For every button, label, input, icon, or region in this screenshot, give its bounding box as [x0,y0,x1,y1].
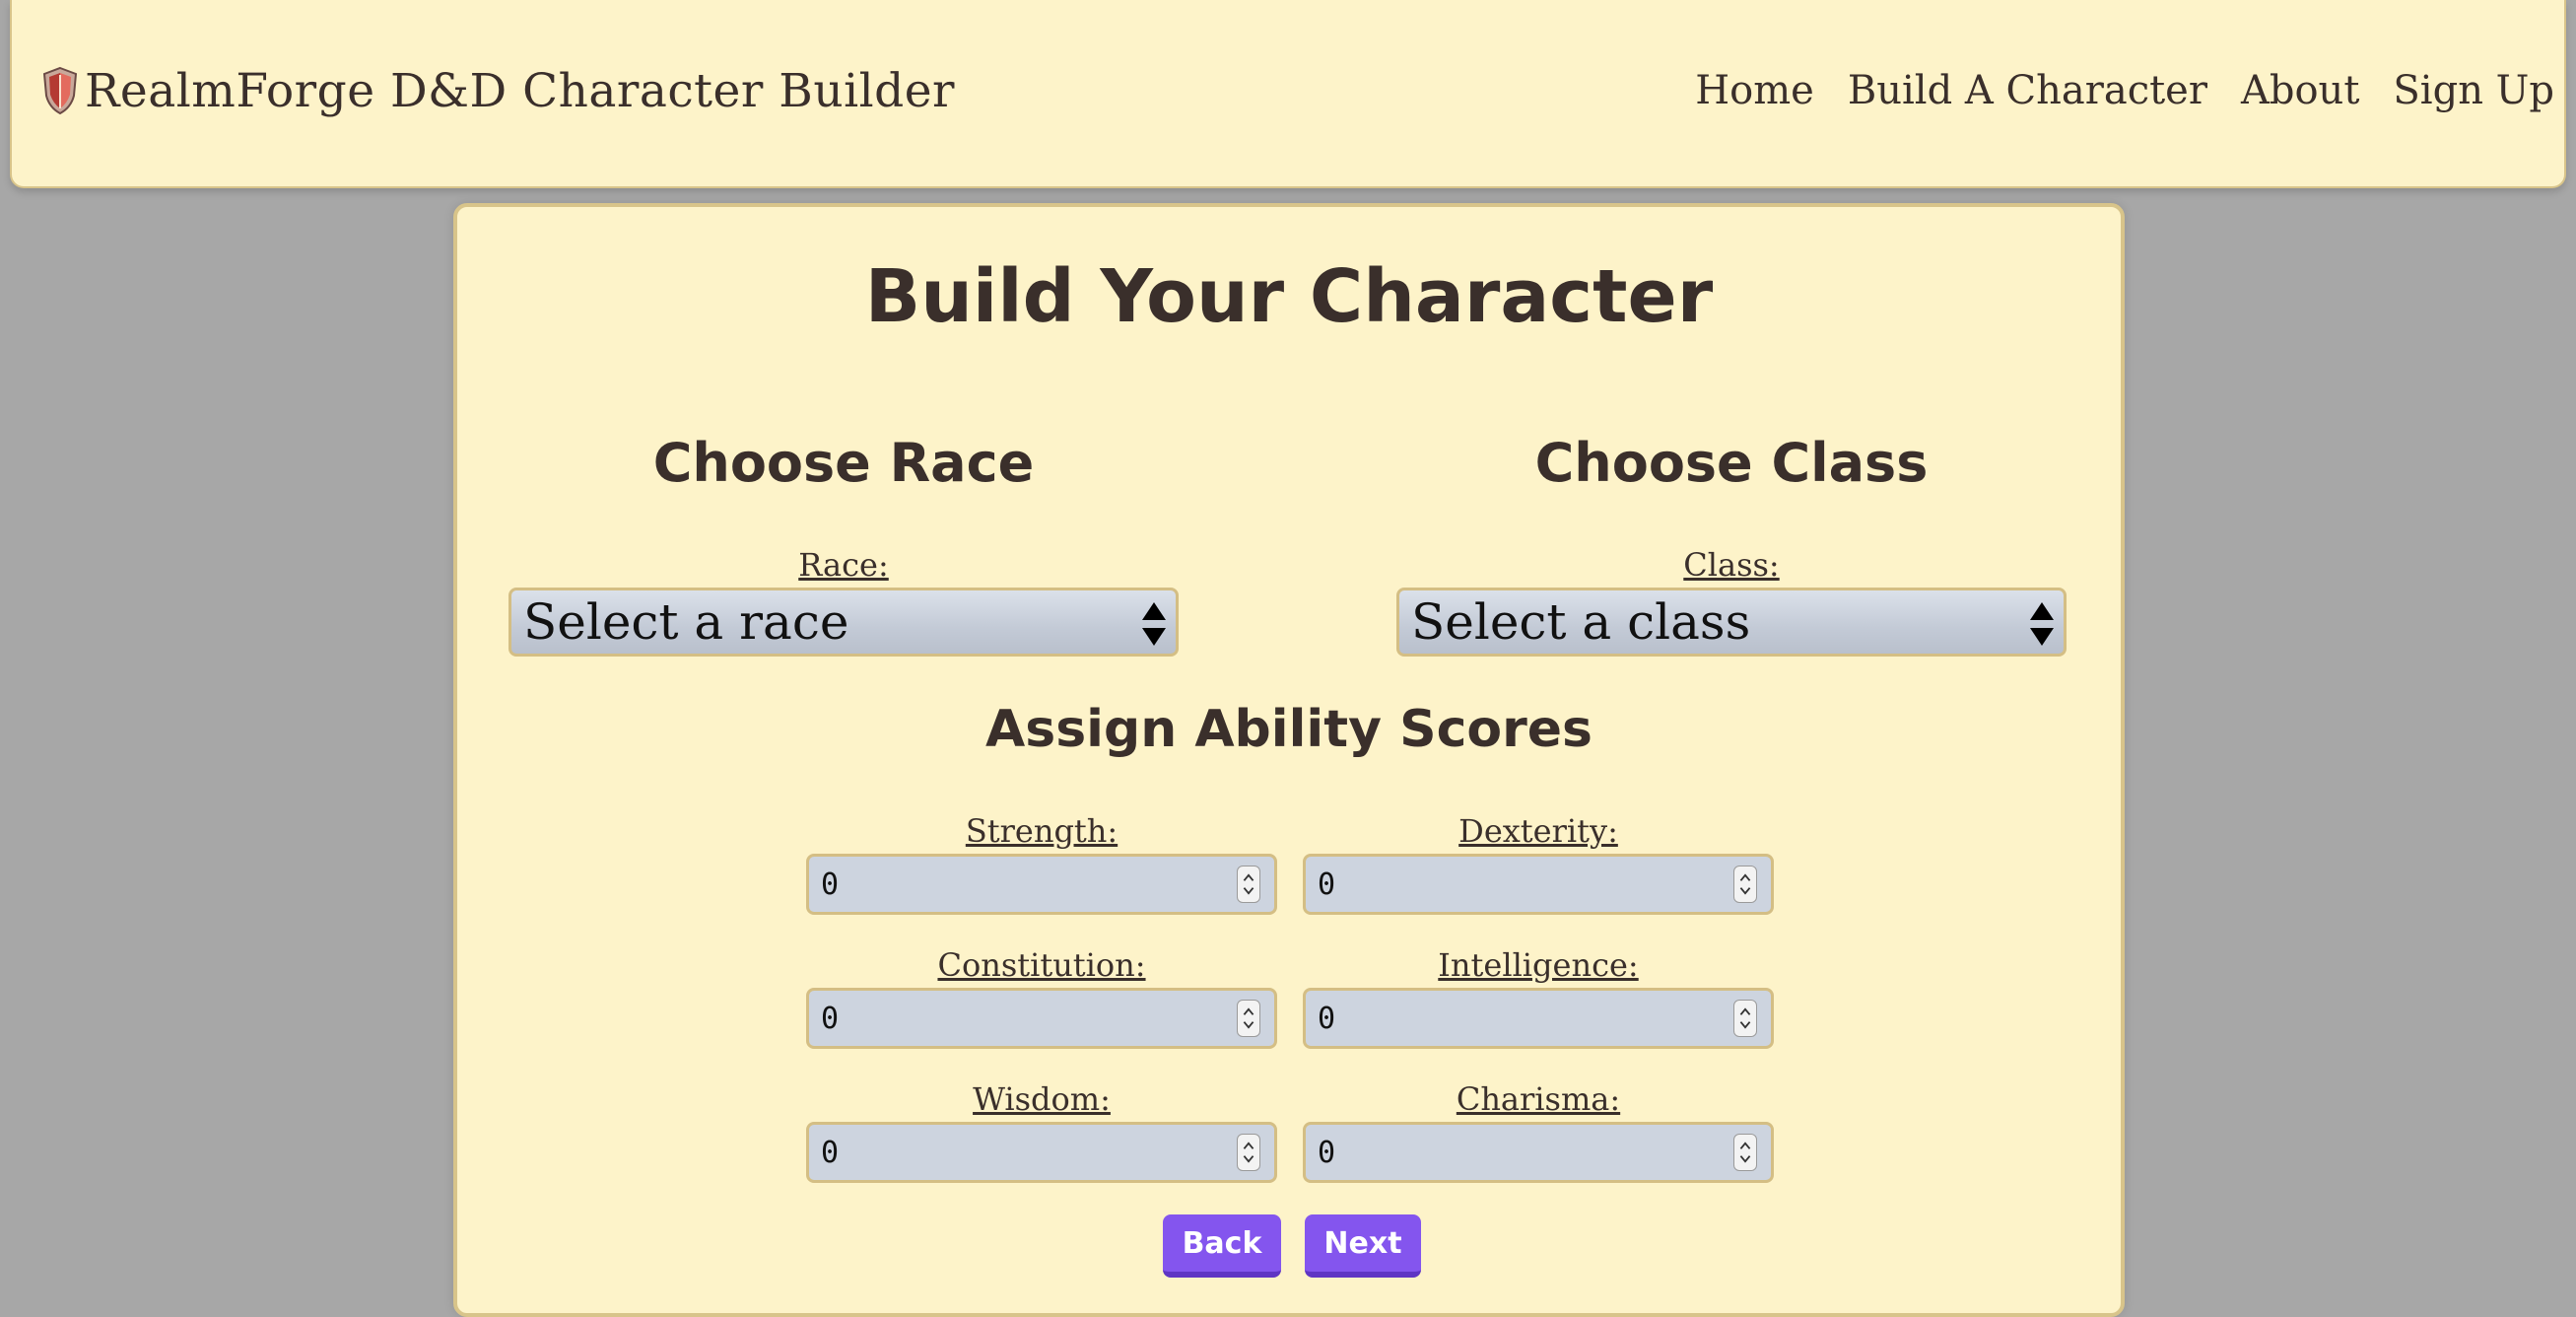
ability-scores-heading: Assign Ability Scores [985,700,1593,759]
next-button[interactable]: Next [1305,1214,1421,1278]
spinner-arrows-icon[interactable] [1237,866,1260,903]
choose-class-heading: Choose Class [1534,432,1929,494]
spinner-arrows-icon[interactable] [1237,1134,1260,1171]
dexterity-value: 0 [1318,866,1336,902]
nav-link-sign-up[interactable]: Sign Up [2393,68,2554,113]
strength-label: Strength: [965,812,1119,850]
intelligence-label: Intelligence: [1438,946,1639,984]
spinner-arrows-icon[interactable] [1237,1000,1260,1037]
constitution-value: 0 [821,1001,840,1036]
up-down-arrows-icon [1142,602,1166,646]
wisdom-input[interactable]: 0 [806,1122,1277,1183]
wisdom-value: 0 [821,1135,840,1170]
dexterity-input[interactable]: 0 [1303,854,1774,915]
wisdom-label: Wisdom: [973,1080,1111,1118]
race-select[interactable]: Select a race [508,588,1179,657]
spinner-arrows-icon[interactable] [1733,866,1757,903]
constitution-label: Constitution: [937,946,1146,984]
charisma-label: Charisma: [1456,1080,1621,1118]
class-select-value: Select a class [1411,593,1751,651]
brand-title: RealmForge D&D Character Builder [85,63,956,118]
class-label: Class: [1683,546,1780,584]
brand[interactable]: RealmForge D&D Character Builder [41,61,955,120]
nav-link-home[interactable]: Home [1695,68,1814,113]
strength-value: 0 [821,866,840,902]
spinner-arrows-icon[interactable] [1733,1000,1757,1037]
choose-race-heading: Choose Race [652,432,1035,494]
nav-links: Home Build A Character About Sign Up [1661,61,2554,120]
dexterity-label: Dexterity: [1458,812,1618,850]
top-navbar: RealmForge D&D Character Builder Home Bu… [10,0,2566,188]
nav-link-about[interactable]: About [2241,68,2359,113]
constitution-input[interactable]: 0 [806,988,1277,1049]
intelligence-value: 0 [1318,1001,1336,1036]
charisma-input[interactable]: 0 [1303,1122,1774,1183]
race-label: Race: [798,546,889,584]
spinner-arrows-icon[interactable] [1733,1134,1757,1171]
charisma-value: 0 [1318,1135,1336,1170]
shield-icon [42,66,78,115]
race-select-value: Select a race [523,593,849,651]
page-title: Build Your Character [864,254,1714,339]
intelligence-input[interactable]: 0 [1303,988,1774,1049]
character-builder-card: Build Your Character Choose Race Race: S… [453,203,2125,1317]
strength-input[interactable]: 0 [806,854,1277,915]
up-down-arrows-icon [2030,602,2054,646]
nav-link-build-a-character[interactable]: Build A Character [1848,68,2207,113]
class-select[interactable]: Select a class [1396,588,2067,657]
back-button[interactable]: Back [1163,1214,1281,1278]
